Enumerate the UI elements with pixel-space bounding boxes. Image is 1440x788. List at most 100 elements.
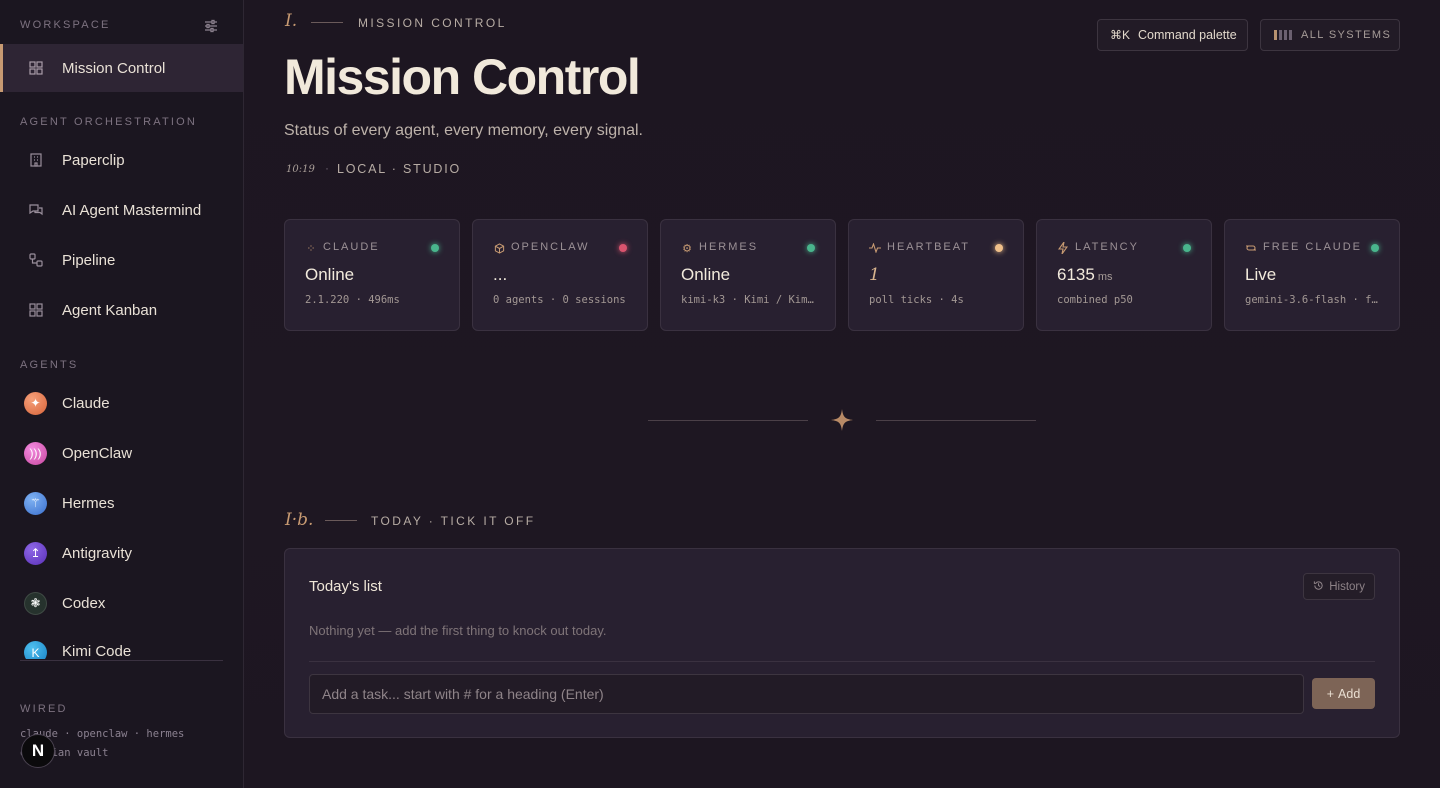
sidebar-item-label: Mission Control [62,59,166,77]
sidebar-item-codex[interactable]: ❃ Codex [0,579,243,627]
sidebar-item-label: Claude [62,394,110,412]
card-subtext: combined p50 [1057,294,1133,306]
page-subtitle: Status of every agent, every memory, eve… [284,122,643,139]
status-card-claude[interactable]: ⁘ CLAUDE Online 2.1.220 · 496ms [284,219,460,331]
sidebar-item-paperclip[interactable]: Paperclip [0,136,243,184]
add-label: Add [1338,686,1361,701]
bolt-icon [1057,242,1069,254]
card-label: LATENCY [1075,241,1139,253]
agents-section-label: AGENTS [20,359,79,371]
sidebar: WORKSPACE Mission Control AGENT ORCHESTR… [0,0,244,788]
sparkle-icon: ⁘ [306,242,316,255]
status-dot [807,244,815,252]
eyebrow-line [311,22,343,23]
grid-icon [27,59,45,77]
orchestration-section-label: AGENT ORCHESTRATION [20,116,198,128]
add-task-input[interactable] [309,674,1304,714]
eyebrow-line [325,520,357,521]
sidebar-item-label: Agent Kanban [62,301,158,319]
sidebar-item-label: AI Agent Mastermind [62,201,202,219]
status-card-heartbeat[interactable]: HEARTBEAT 1 poll ticks · 4s [848,219,1024,331]
main-content: I. MISSION CONTROL Mission Control Statu… [244,0,1440,788]
todays-list-panel: Today's list History Nothing yet — add t… [284,548,1400,738]
all-systems-label: ALL SYSTEMS [1301,29,1392,41]
command-shortcut: ⌘K [1110,28,1131,42]
sidebar-item-label: Codex [62,594,106,612]
sidebar-item-claude[interactable]: ✦ Claude [0,379,243,427]
history-label: History [1329,580,1365,593]
gear-icon: ⚙ [682,242,692,255]
sidebar-item-openclaw[interactable]: ))) OpenClaw [0,429,243,477]
claude-avatar-icon: ✦ [24,391,47,415]
meta-separator: · [325,161,329,175]
card-label: OPENCLAW [511,241,590,253]
sidebar-item-kimi-code[interactable]: K Kimi Code [0,629,243,659]
sidebar-item-antigravity[interactable]: ↥ Antigravity [0,529,243,577]
ornament-line-right [876,420,1036,421]
card-value: Online [681,265,731,284]
card-label: FREE CLAUDE [1263,241,1363,253]
workspace-section-label: WORKSPACE [20,19,111,31]
card-value: 6135 ms [1057,265,1113,284]
sidebar-item-label: Kimi Code [62,643,132,659]
sidebar-item-label: Pipeline [62,251,116,269]
card-label: HEARTBEAT [887,241,970,253]
hermes-avatar-icon: ⚚ [24,491,47,515]
plus-icon: + [1326,686,1335,701]
status-card-free-claude[interactable]: FREE CLAUDE Live gemini-3.6-flash · free [1224,219,1400,331]
sidebar-item-hermes[interactable]: ⚚ Hermes [0,479,243,527]
four-point-star-icon [830,408,854,432]
eyebrow-label: MISSION CONTROL [358,16,507,30]
add-task-button[interactable]: + Add [1312,678,1375,709]
page-title: Mission Control [284,49,641,105]
openclaw-avatar-icon: ))) [24,441,47,465]
sidebar-item-label: Paperclip [62,151,125,169]
status-dot [619,244,627,252]
sidebar-divider [20,660,223,661]
status-dot [1183,244,1191,252]
list-divider [309,661,1375,662]
cube-icon [493,242,505,254]
clock-time: 10:19 [286,164,315,175]
link-icon [1245,242,1257,254]
status-bars-icon [1274,30,1292,40]
card-subtext: 0 agents · 0 sessions [493,294,626,306]
section-number: I. [285,11,298,31]
location-label: LOCAL · STUDIO [337,162,462,176]
status-dot [995,244,1003,252]
status-dot [1371,244,1379,252]
status-card-latency[interactable]: LATENCY 6135 ms combined p50 [1036,219,1212,331]
status-card-openclaw[interactable]: OPENCLAW ... 0 agents · 0 sessions [472,219,648,331]
history-icon [1313,580,1324,594]
card-subtext: poll ticks · 4s [869,294,964,306]
kimi-avatar-icon: K [24,641,47,659]
wired-section-label: WIRED [20,703,68,715]
sidebar-item-label: Hermes [62,494,115,512]
sidebar-item-label: OpenClaw [62,444,133,462]
next-badge-button[interactable]: N [21,734,55,768]
eyebrow-label: TODAY · TICK IT OFF [371,514,536,528]
list-title: Today's list [309,578,382,595]
sidebar-item-ai-agent-mastermind[interactable]: AI Agent Mastermind [0,186,243,234]
sliders-icon[interactable] [203,18,219,34]
command-palette-button[interactable]: ⌘K Command palette [1097,19,1248,51]
sidebar-item-mission-control[interactable]: Mission Control [0,44,243,92]
card-subtext: kimi-k3 · Kimi / Kimi Code [681,294,817,306]
sidebar-item-label: Antigravity [62,544,133,562]
command-palette-label: Command palette [1138,28,1237,42]
card-value: Live [1245,265,1277,284]
antigravity-avatar-icon: ↥ [24,541,47,565]
card-value: 1 [869,265,880,285]
workflow-icon [27,251,45,269]
status-card-hermes[interactable]: ⚙ HERMES Online kimi-k3 · Kimi / Kimi Co… [660,219,836,331]
card-subtext: 2.1.220 · 496ms [305,294,400,306]
all-systems-button[interactable]: ALL SYSTEMS [1260,19,1400,51]
chat-icon [27,201,45,219]
history-button[interactable]: History [1303,573,1375,600]
empty-state-message: Nothing yet — add the first thing to kno… [309,623,607,638]
card-subtext: gemini-3.6-flash · free [1245,294,1381,306]
sidebar-item-pipeline[interactable]: Pipeline [0,236,243,284]
sidebar-item-agent-kanban[interactable]: Agent Kanban [0,286,243,334]
codex-avatar-icon: ❃ [24,591,47,615]
building-icon [27,151,45,169]
